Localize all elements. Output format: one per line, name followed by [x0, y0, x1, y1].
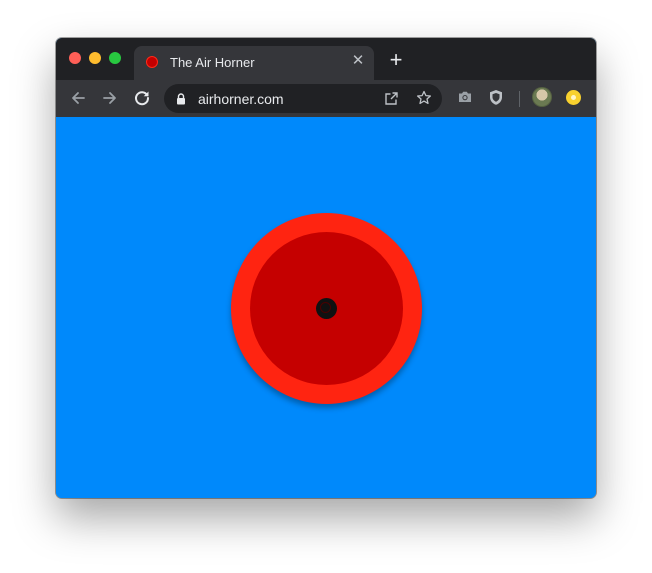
extension-icon[interactable] — [566, 90, 581, 105]
shield-icon[interactable] — [488, 89, 504, 111]
air-horn-inner-ring — [250, 232, 403, 385]
open-in-new-icon[interactable] — [384, 91, 399, 111]
air-horn-center — [316, 298, 337, 319]
avatar[interactable] — [532, 87, 552, 107]
tab-air-horner[interactable]: The Air Horner ✕ — [134, 46, 374, 80]
lock-icon[interactable] — [176, 92, 186, 110]
tab-close-icon[interactable]: ✕ — [350, 53, 366, 69]
url-text: airhorner.com — [198, 91, 284, 107]
tab-strip: The Air Horner ✕ + — [56, 38, 596, 80]
minimize-window-button[interactable] — [89, 52, 101, 64]
forward-icon[interactable] — [100, 88, 120, 108]
toolbar-separator — [519, 91, 520, 107]
page-content — [56, 117, 596, 498]
air-horn-button[interactable] — [231, 213, 422, 404]
browser-window: The Air Horner ✕ + airhorner.com — [56, 38, 596, 498]
new-tab-button[interactable]: + — [386, 49, 406, 71]
close-window-button[interactable] — [69, 52, 81, 64]
back-icon[interactable] — [68, 88, 88, 108]
maximize-window-button[interactable] — [109, 52, 121, 64]
browser-toolbar: airhorner.com — [56, 80, 596, 117]
air-horner-icon — [146, 56, 158, 68]
reload-icon[interactable] — [132, 88, 152, 108]
camera-icon[interactable] — [457, 89, 473, 110]
address-bar[interactable]: airhorner.com — [164, 84, 442, 113]
tab-title: The Air Horner — [170, 55, 255, 70]
star-icon[interactable] — [416, 90, 432, 111]
